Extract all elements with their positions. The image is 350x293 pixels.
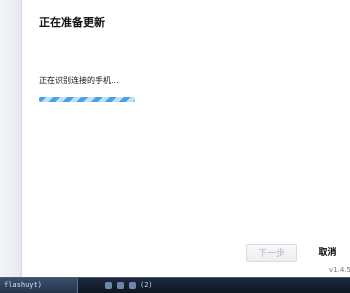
taskbar: flashuyt) (2) [0,277,350,293]
dialog-title: 正在准备更新 [39,16,105,29]
tray-app-icon[interactable] [105,282,112,289]
window-side-panel [0,0,22,277]
status-message: 正在识别连接的手机... [39,76,119,85]
tray-app-icon[interactable] [129,282,136,289]
update-dialog: 正在准备更新 正在识别连接的手机... 下一步 取消 v1.4.5 [22,0,350,277]
version-label: v1.4.5 [329,266,350,274]
next-button[interactable]: 下一步 [246,244,297,262]
tray-app-icon[interactable] [117,282,124,289]
taskbar-item[interactable]: flashuyt) [0,278,78,293]
progress-bar-fill [39,97,135,102]
progress-bar [39,97,135,102]
cancel-button[interactable]: 取消 [305,244,350,262]
tray-icons [105,282,136,289]
tray-text: (2) [140,281,153,289]
